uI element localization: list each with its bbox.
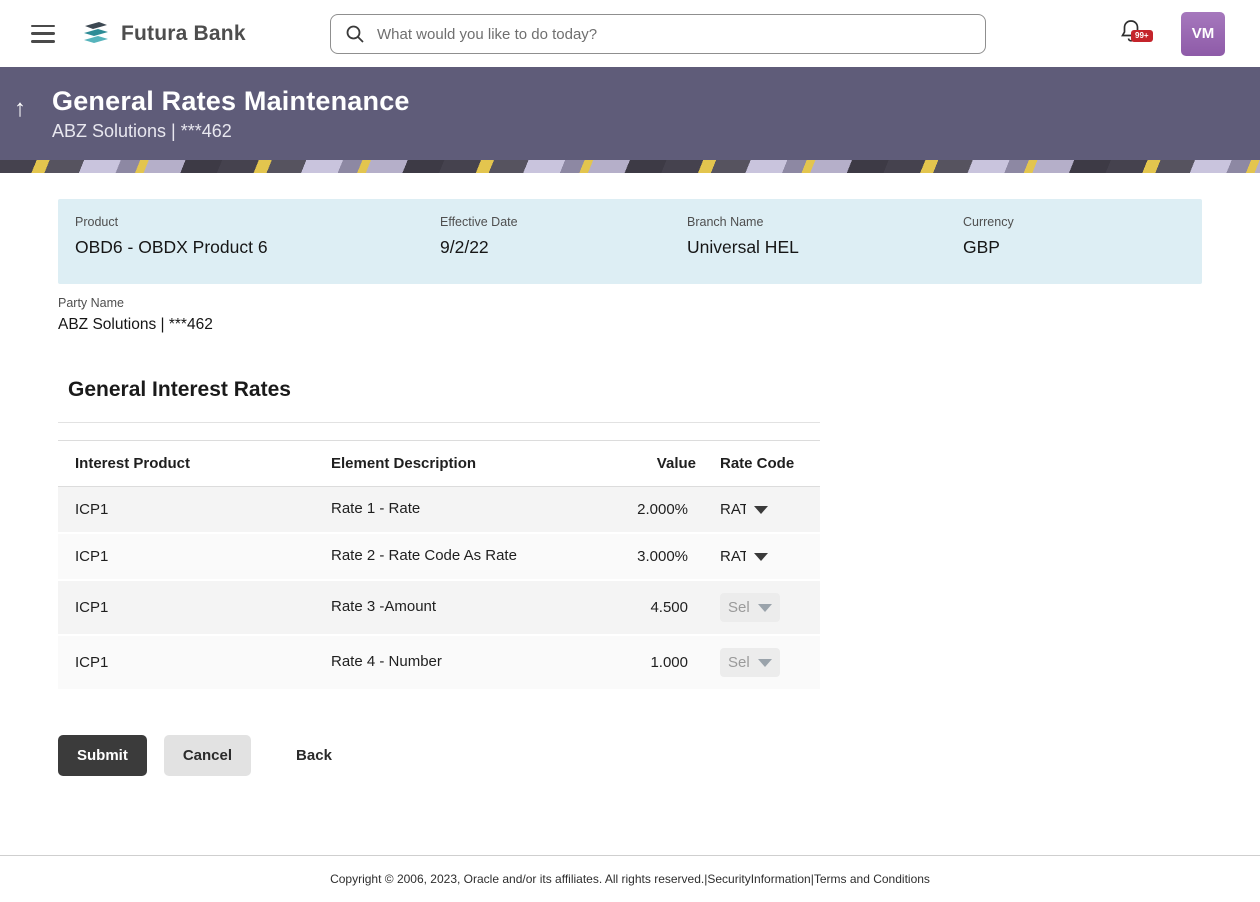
element-description-cell: Rate 1 - Rate bbox=[314, 487, 590, 531]
value-cell: 3.000% bbox=[590, 536, 696, 577]
column-header-element-description: Element Description bbox=[314, 443, 590, 484]
element-description-cell: Rate 4 - Number bbox=[314, 640, 590, 684]
security-information-link[interactable]: SecurityInformation bbox=[707, 872, 810, 886]
field-value: Universal HEL bbox=[687, 237, 946, 258]
table-header-row: Interest Product Element Description Val… bbox=[58, 440, 820, 487]
rate-code-selected-value: RAT bbox=[720, 548, 746, 565]
table-row: ICP1 Rate 1 - Rate 2.000% RAT bbox=[58, 487, 820, 534]
rate-code-dropdown-disabled: Sel bbox=[720, 648, 780, 677]
hamburger-menu-icon[interactable] bbox=[31, 25, 55, 43]
column-header-value: Value bbox=[590, 443, 696, 484]
summary-panel: Product OBD6 - OBDX Product 6 Effective … bbox=[58, 199, 1202, 284]
copyright-text: Copyright © 2006, 2023, Oracle and/or it… bbox=[330, 872, 707, 886]
search-icon bbox=[345, 24, 365, 44]
table-row: ICP1 Rate 4 - Number 1.000 Sel bbox=[58, 636, 820, 691]
brand[interactable]: Futura Bank bbox=[81, 20, 246, 48]
party-name-label: Party Name bbox=[58, 296, 1202, 310]
field-label: Currency bbox=[963, 215, 1014, 229]
column-header-interest-product: Interest Product bbox=[58, 443, 314, 484]
element-description-cell: Rate 2 - Rate Code As Rate bbox=[314, 534, 590, 578]
element-description-cell: Rate 3 -Amount bbox=[314, 585, 590, 629]
chevron-down-icon bbox=[758, 659, 772, 667]
table-row: ICP1 Rate 3 -Amount 4.500 Sel bbox=[58, 581, 820, 636]
value-cell: 4.500 bbox=[590, 587, 696, 628]
top-bar: Futura Bank 99+ VM bbox=[0, 0, 1260, 67]
table-body: ICP1 Rate 1 - Rate 2.000% RAT ICP1 Rate … bbox=[58, 487, 820, 691]
interest-product-cell: ICP1 bbox=[58, 489, 314, 530]
notification-count-badge: 99+ bbox=[1131, 30, 1153, 42]
chevron-down-icon bbox=[754, 506, 768, 514]
section-title: General Interest Rates bbox=[58, 378, 820, 423]
notifications-button[interactable]: 99+ bbox=[1119, 18, 1143, 49]
search-input[interactable] bbox=[377, 26, 971, 43]
field-label: Branch Name bbox=[687, 215, 946, 229]
page-title: General Rates Maintenance bbox=[52, 86, 1260, 117]
interest-product-cell: ICP1 bbox=[58, 536, 314, 577]
footer: Copyright © 2006, 2023, Oracle and/or it… bbox=[0, 855, 1260, 902]
header-decorative-pattern bbox=[0, 160, 1260, 173]
back-button[interactable]: Back bbox=[286, 735, 342, 776]
terms-and-conditions-link[interactable]: Terms and Conditions bbox=[814, 872, 930, 886]
value-cell: 1.000 bbox=[590, 642, 696, 683]
party-name-block: Party Name ABZ Solutions | ***462 bbox=[58, 296, 1202, 334]
value-cell: 2.000% bbox=[590, 489, 696, 530]
general-interest-rates-table: Interest Product Element Description Val… bbox=[58, 440, 820, 691]
chevron-down-icon bbox=[758, 604, 772, 612]
rate-code-selected-value: Sel bbox=[728, 599, 750, 616]
brand-name: Futura Bank bbox=[121, 22, 246, 46]
summary-field-product: Product OBD6 - OBDX Product 6 bbox=[58, 215, 423, 258]
global-search[interactable] bbox=[330, 14, 986, 54]
party-name-value: ABZ Solutions | ***462 bbox=[58, 316, 1202, 334]
rate-code-dropdown-disabled: Sel bbox=[720, 593, 780, 622]
cancel-button[interactable]: Cancel bbox=[164, 735, 251, 776]
summary-field-effective-date: Effective Date 9/2/22 bbox=[423, 215, 670, 258]
page-subtitle: ABZ Solutions | ***462 bbox=[52, 121, 1260, 142]
chevron-down-icon bbox=[754, 553, 768, 561]
field-value: 9/2/22 bbox=[440, 237, 670, 258]
action-buttons: Submit Cancel Back bbox=[58, 735, 1202, 776]
field-value: GBP bbox=[963, 237, 1014, 258]
interest-product-cell: ICP1 bbox=[58, 587, 314, 628]
page-header: ↑ General Rates Maintenance ABZ Solution… bbox=[0, 67, 1260, 160]
field-label: Effective Date bbox=[440, 215, 670, 229]
table-row: ICP1 Rate 2 - Rate Code As Rate 3.000% R… bbox=[58, 534, 820, 581]
scroll-top-arrow-icon[interactable]: ↑ bbox=[14, 97, 26, 121]
futura-bank-logo-icon bbox=[81, 20, 111, 48]
main-content: Product OBD6 - OBDX Product 6 Effective … bbox=[0, 173, 1260, 776]
rate-code-selected-value: Sel bbox=[728, 654, 750, 671]
interest-product-cell: ICP1 bbox=[58, 642, 314, 683]
rate-code-dropdown[interactable]: RAT bbox=[720, 501, 768, 518]
submit-button[interactable]: Submit bbox=[58, 735, 147, 776]
rate-code-selected-value: RAT bbox=[720, 501, 746, 518]
field-value: OBD6 - OBDX Product 6 bbox=[75, 237, 423, 258]
user-avatar[interactable]: VM bbox=[1181, 12, 1225, 56]
rate-code-dropdown[interactable]: RAT bbox=[720, 548, 768, 565]
summary-field-currency: Currency GBP bbox=[946, 215, 1014, 258]
field-label: Product bbox=[75, 215, 423, 229]
summary-field-branch-name: Branch Name Universal HEL bbox=[670, 215, 946, 258]
column-header-rate-code: Rate Code bbox=[696, 443, 820, 484]
